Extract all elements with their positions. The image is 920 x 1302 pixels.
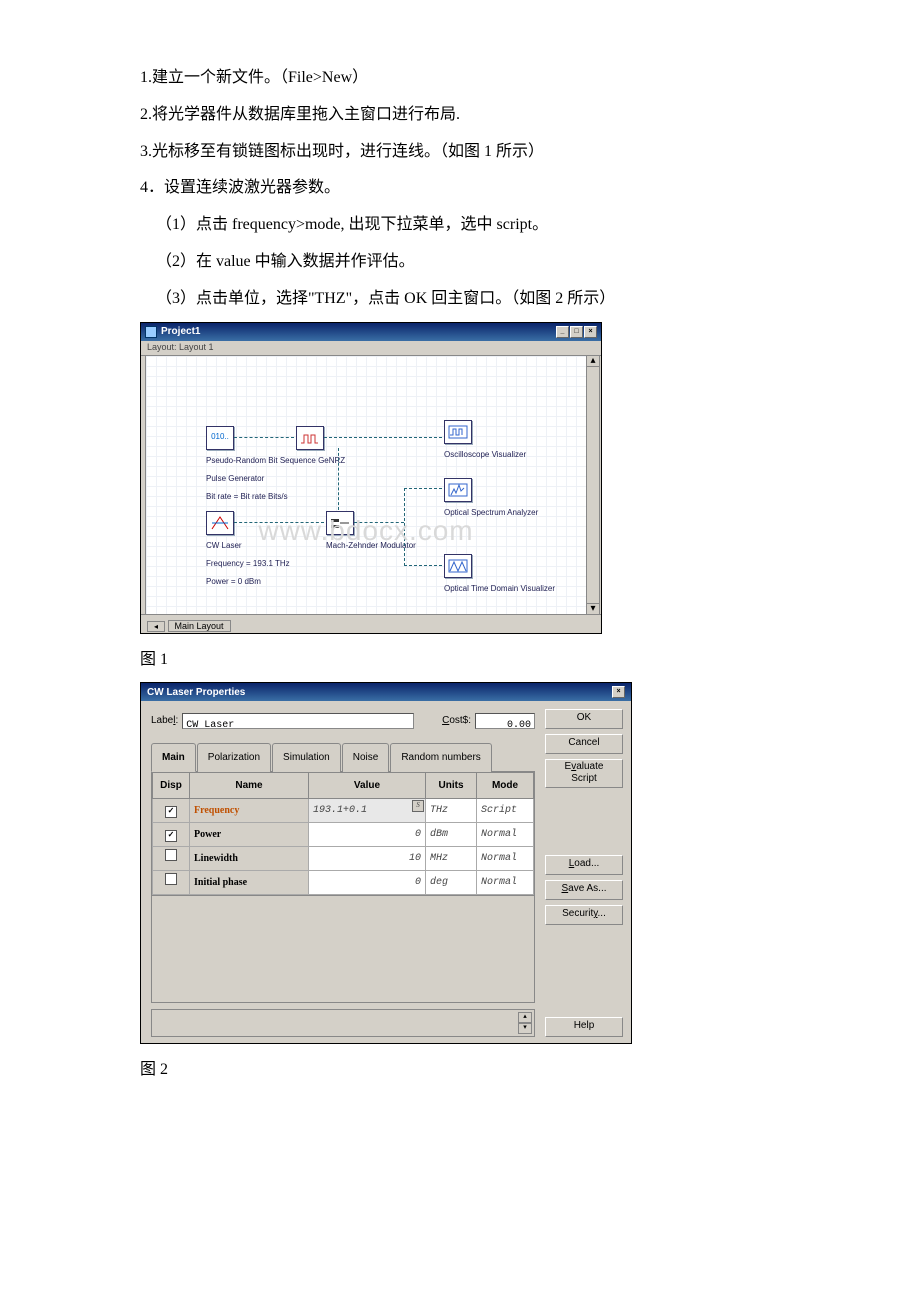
status-area: ▴ ▾ xyxy=(151,1009,535,1037)
bottom-tabbar: ◂ Main Layout xyxy=(141,614,601,633)
app-icon xyxy=(145,326,157,338)
wire xyxy=(324,437,442,438)
maximize-button[interactable]: □ xyxy=(570,326,583,338)
label-input[interactable]: CW Laser xyxy=(182,713,414,729)
component-oscilloscope[interactable]: Oscilloscope Visualizer xyxy=(444,420,564,464)
wire xyxy=(404,565,442,566)
tab-simulation[interactable]: Simulation xyxy=(272,743,341,772)
script-editor-icon[interactable]: S xyxy=(412,800,424,812)
step-4: 4．设置连续波激光器参数。 xyxy=(140,170,780,207)
tab-polarization[interactable]: Polarization xyxy=(197,743,271,772)
oscilloscope-label: Oscilloscope Visualizer xyxy=(444,446,564,464)
wire xyxy=(404,488,405,566)
otdv-icon xyxy=(444,554,472,578)
prbs-label: Pseudo-Random Bit Sequence GeNRZ Pulse G… xyxy=(206,452,356,507)
spin-down[interactable]: ▾ xyxy=(518,1023,532,1034)
wire xyxy=(234,437,294,438)
load-button[interactable]: Load... xyxy=(545,855,623,875)
figure-1-project-window: Project1 _ □ × Layout: Layout 1 010.. Ps… xyxy=(140,322,602,634)
step-4-3: （3）点击单位，选择"THZ"，点击 OK 回主窗口。（如图 2 所示） xyxy=(140,281,780,318)
grid-row-power[interactable]: ✓ Power 0 dBm Normal xyxy=(153,823,534,847)
nrz-icon xyxy=(296,426,324,450)
figure-2-caption: 图 2 xyxy=(140,1052,780,1089)
security-button[interactable]: Security... xyxy=(545,905,623,925)
step-1: 1.建立一个新文件。（File>New） xyxy=(140,60,780,97)
tab-main[interactable]: Main xyxy=(151,743,196,772)
osa-icon xyxy=(444,478,472,502)
close-button[interactable]: × xyxy=(584,326,597,338)
cw-laser-label: CW Laser Frequency = 193.1 THz Power = 0… xyxy=(206,537,326,592)
step-4-1: （1）点击 frequency>mode, 出现下拉菜单，选中 script。 xyxy=(140,207,780,244)
cancel-button[interactable]: Cancel xyxy=(545,734,623,754)
evaluate-script-button[interactable]: EvaluateScript xyxy=(545,759,623,788)
component-nrz[interactable] xyxy=(296,426,324,450)
wire xyxy=(338,448,339,510)
grid-row-frequency[interactable]: ✓ Frequency 193.1+0.1 S THz Script xyxy=(153,799,534,823)
component-osa[interactable]: Optical Spectrum Analyzer xyxy=(444,478,564,522)
cw-laser-icon xyxy=(206,511,234,535)
prbs-icon: 010.. xyxy=(206,426,234,450)
tab-noise[interactable]: Noise xyxy=(342,743,390,772)
otdv-label: Optical Time Domain Visualizer xyxy=(444,580,564,598)
grid-row-initial-phase[interactable]: Initial phase 0 deg Normal xyxy=(153,871,534,895)
close-button[interactable]: × xyxy=(612,686,625,698)
spin-up[interactable]: ▴ xyxy=(518,1012,532,1023)
dialog-titlebar: CW Laser Properties × xyxy=(141,683,631,701)
cost-caption: Cost$: xyxy=(442,709,471,732)
wire xyxy=(234,522,324,523)
step-2: 2.将光学器件从数据库里拖入主窗口进行布局. xyxy=(140,97,780,134)
disp-checkbox[interactable] xyxy=(165,849,177,861)
wire xyxy=(354,522,404,523)
component-cw-laser[interactable]: CW Laser Frequency = 193.1 THz Power = 0… xyxy=(206,511,326,592)
osa-label: Optical Spectrum Analyzer xyxy=(444,504,564,522)
ok-button[interactable]: OK xyxy=(545,709,623,729)
grid-empty-area xyxy=(151,896,535,1003)
disp-checkbox[interactable] xyxy=(165,873,177,885)
component-mzm[interactable]: Mach-Zehnder Modulator xyxy=(326,511,446,555)
layout-tab[interactable]: Layout: Layout 1 xyxy=(141,341,601,356)
cost-input[interactable]: 0.00 xyxy=(475,713,535,729)
mzm-icon xyxy=(326,511,354,535)
disp-checkbox[interactable]: ✓ xyxy=(165,806,177,818)
save-as-button[interactable]: Save As... xyxy=(545,880,623,900)
property-grid[interactable]: Disp Name Value Units Mode ✓ Frequency 1… xyxy=(151,771,535,896)
component-otdv[interactable]: Optical Time Domain Visualizer xyxy=(444,554,564,598)
label-caption: Label: xyxy=(151,709,178,732)
design-canvas[interactable]: 010.. Pseudo-Random Bit Sequence GeNRZ P… xyxy=(145,355,587,615)
step-4-2: （2）在 value 中输入数据并作评估。 xyxy=(140,244,780,281)
grid-row-linewidth[interactable]: Linewidth 10 MHz Normal xyxy=(153,847,534,871)
grid-header-row: Disp Name Value Units Mode xyxy=(153,773,534,799)
figure-1-caption: 图 1 xyxy=(140,642,780,679)
main-layout-tab[interactable]: Main Layout xyxy=(168,620,231,632)
figure-2-properties-dialog: CW Laser Properties × Label: CW Laser Co… xyxy=(140,682,632,1044)
disp-checkbox[interactable]: ✓ xyxy=(165,830,177,842)
oscilloscope-icon xyxy=(444,420,472,444)
help-button[interactable]: Help xyxy=(545,1017,623,1037)
mzm-label: Mach-Zehnder Modulator xyxy=(326,537,446,555)
tab-bar: Main Polarization Simulation Noise Rando… xyxy=(151,742,535,771)
step-3: 3.光标移至有锁链图标出现时，进行连线。（如图 1 所示） xyxy=(140,134,780,171)
minimize-button[interactable]: _ xyxy=(556,326,569,338)
vertical-scrollbar[interactable]: ▴ ▾ xyxy=(586,355,600,615)
component-prbs[interactable]: 010.. Pseudo-Random Bit Sequence GeNRZ P… xyxy=(206,426,356,507)
tab-random-numbers[interactable]: Random numbers xyxy=(390,743,491,772)
wire xyxy=(404,488,442,489)
